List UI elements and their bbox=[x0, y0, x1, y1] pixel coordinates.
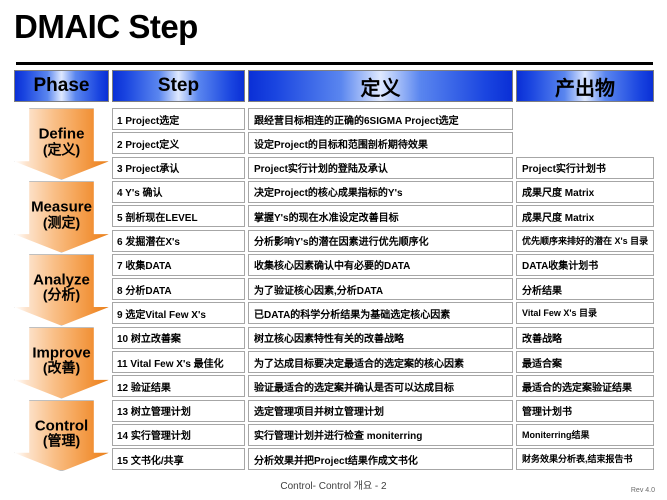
output-cell: 管理计划书 bbox=[516, 399, 654, 422]
step-cell: 7 收集DATA bbox=[112, 253, 245, 276]
definition-cell: 分析影响Y's的潜在因素进行优先顺序化 bbox=[248, 229, 513, 252]
step-cell: 12 验证结果 bbox=[112, 375, 245, 398]
table-body: Define (定义) Measure (测定) Analyze (分析) Improve(… bbox=[14, 108, 654, 484]
step-cell: 15 文书化/共享 bbox=[112, 448, 245, 471]
column-header-phase: Phase bbox=[14, 70, 109, 102]
output-cell: Moniterring结果 bbox=[516, 423, 654, 446]
phase-arrow-analyze: Analyze (分析) bbox=[14, 253, 109, 326]
output-cell: 最适合案 bbox=[516, 351, 654, 373]
phase-arrow-shape bbox=[14, 399, 109, 472]
output-cell: Project实行计划书 bbox=[516, 156, 654, 179]
dmaic-step-table: Phase Step 定义 产出物 Define (定义) Measure (测定) A… bbox=[14, 70, 654, 484]
footer-revision: Rev 4.0 bbox=[630, 487, 655, 494]
title-divider bbox=[16, 62, 653, 65]
phase-arrow-define: Define (定义) bbox=[14, 108, 109, 180]
step-cell: 5 剖析现在LEVEL bbox=[112, 205, 245, 228]
definition-cell: 跟经营目标相连的正确的6SIGMA Project选定 bbox=[248, 108, 513, 130]
output-cell: 成果尺度 Matrix bbox=[516, 180, 654, 203]
definition-cell: Project实行计划的登陆及承认 bbox=[248, 156, 513, 179]
step-cell: 10 树立改善案 bbox=[112, 326, 245, 349]
step-cell: 2 Project定义 bbox=[112, 132, 245, 155]
definition-cell: 分析效果并把Project结果作成文书化 bbox=[248, 448, 513, 471]
column-header-output: 产出物 bbox=[516, 70, 654, 102]
definition-cell: 决定Project的核心成果指标的Y's bbox=[248, 180, 513, 203]
phase-arrow-shape bbox=[14, 180, 109, 253]
phase-arrow-shape bbox=[14, 326, 109, 399]
step-cell: 11 Vital Few X's 最佳化 bbox=[112, 351, 245, 373]
output-cell: 优先顺序来排好的潜在 X's 目录 bbox=[516, 229, 654, 252]
column-header-step: Step bbox=[112, 70, 245, 102]
definition-cell: 已DATA的科学分析结果为基础选定核心因素 bbox=[248, 302, 513, 325]
phase-arrow-control: Control (管理) bbox=[14, 399, 109, 472]
output-cell: 财务效果分析表,结束报告书 bbox=[516, 448, 654, 471]
step-cell: 3 Project承认 bbox=[112, 156, 245, 179]
footer-slide-label: Control- Control 개요 - 2 bbox=[280, 481, 387, 492]
step-cell: 8 分析DATA bbox=[112, 278, 245, 301]
definition-cell: 实行管理计划并进行检查 moniterring bbox=[248, 423, 513, 446]
step-cell: 9 选定Vital Few X's bbox=[112, 302, 245, 325]
definition-cell: 设定Project的目标和范围剖析期待效果 bbox=[248, 132, 513, 155]
step-cell: 13 树立管理计划 bbox=[112, 399, 245, 422]
phase-arrow-improve: Improve (改善) bbox=[14, 326, 109, 399]
step-cell: 4 Y's 确认 bbox=[112, 180, 245, 203]
page-title: DMAIC Step bbox=[14, 8, 198, 45]
definition-cell: 树立核心因素特性有关的改善战略 bbox=[248, 326, 513, 349]
definition-cell: 选定管理项目并树立管理计划 bbox=[248, 399, 513, 422]
definition-cell: 收集核心因素确认中有必要的DATA bbox=[248, 253, 513, 276]
table-header-row: Phase Step 定义 产出物 bbox=[14, 70, 654, 104]
column-header-definition: 定义 bbox=[248, 70, 513, 102]
phase-arrow-measure: Measure (测定) bbox=[14, 180, 109, 253]
definition-cell: 掌握Y's的现在水准设定改善目标 bbox=[248, 205, 513, 228]
output-cell: 分析结果 bbox=[516, 278, 654, 301]
definition-cell: 为了验证核心因素,分析DATA bbox=[248, 278, 513, 301]
output-cell: 最适合的选定案验证结果 bbox=[516, 375, 654, 398]
output-cell: 成果尺度 Matrix bbox=[516, 205, 654, 228]
output-cell: 改善战略 bbox=[516, 326, 654, 349]
definition-cell: 验证最适合的选定案并确认是否可以达成目标 bbox=[248, 375, 513, 398]
definition-cell: 为了达成目标要决定最适合的选定案的核心因素 bbox=[248, 351, 513, 373]
phase-arrow-shape bbox=[14, 253, 109, 326]
step-cell: 6 发掘潜在X's bbox=[112, 229, 245, 252]
step-cell: 14 实行管理计划 bbox=[112, 423, 245, 446]
output-cell: Vital Few X's 目录 bbox=[516, 302, 654, 325]
output-cell: DATA收集计划书 bbox=[516, 253, 654, 276]
phase-arrow-shape bbox=[14, 108, 109, 180]
step-cell: 1 Project选定 bbox=[112, 108, 245, 130]
